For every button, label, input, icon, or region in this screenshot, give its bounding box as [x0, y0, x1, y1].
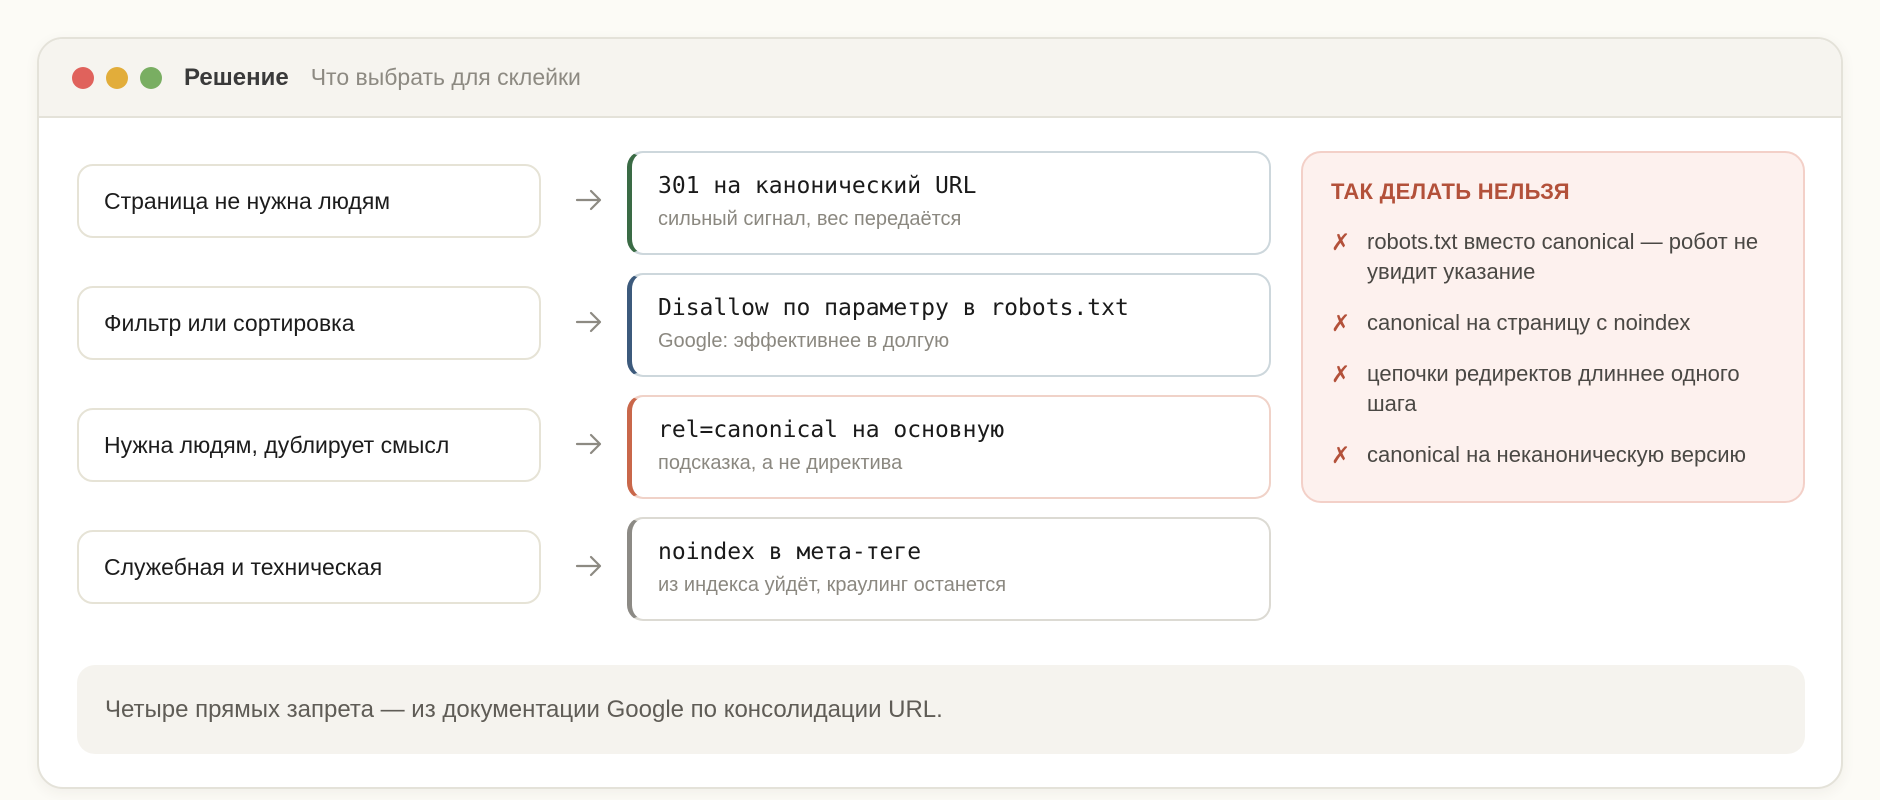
dont-item: ✗ canonical на неканоническую версию	[1331, 440, 1775, 470]
donts-title: ТАК ДЕЛАТЬ НЕЛЬЗЯ	[1331, 179, 1570, 204]
decision-window: Решение Что выбрать для склейки Страница…	[37, 37, 1843, 789]
dont-text: canonical на неканоническую версию	[1367, 442, 1746, 467]
condition-box: Служебная и техническая	[77, 530, 541, 604]
dont-item: ✗ robots.txt вместо canonical — робот не…	[1331, 227, 1775, 287]
action-title: Disallow по параметру в robots.txt	[658, 295, 1129, 321]
cross-icon: ✗	[1331, 442, 1351, 468]
cross-icon: ✗	[1331, 310, 1351, 336]
dont-text: цепочки редиректов длиннее одного шага	[1367, 361, 1740, 416]
decision-row: Служебная и техническая noindex в мета-т…	[39, 517, 1841, 627]
action-card: rel=canonical на основную подсказка, а н…	[627, 395, 1271, 499]
arrow-right-icon	[575, 311, 602, 333]
donts-panel: ТАК ДЕЛАТЬ НЕЛЬЗЯ ✗ robots.txt вместо ca…	[1301, 151, 1805, 503]
action-title: rel=canonical на основную	[658, 417, 1005, 443]
action-note: подсказка, а не директива	[658, 452, 903, 474]
dont-item: ✗ цепочки редиректов длиннее одного шага	[1331, 359, 1775, 419]
action-note: Google: эффективнее в долгую	[658, 330, 950, 352]
minimize-window-button[interactable]	[106, 66, 128, 89]
title-bar: Решение Что выбрать для склейки	[39, 39, 1841, 118]
arrow-right-icon	[575, 433, 602, 455]
action-note: сильный сигнал, вес передаётся	[658, 208, 962, 230]
condition-box: Нужна людям, дублирует смысл	[77, 408, 541, 482]
dont-item: ✗ canonical на страницу с noindex	[1331, 308, 1775, 338]
maximize-window-button[interactable]	[140, 66, 162, 89]
arrow-right-icon	[575, 555, 602, 577]
window-title: Решение	[184, 63, 289, 91]
action-card: noindex в мета-теге из индекса уйдёт, кр…	[627, 517, 1271, 621]
action-title: 301 на канонический URL	[658, 173, 977, 199]
cross-icon: ✗	[1331, 361, 1351, 387]
cross-icon: ✗	[1331, 229, 1351, 255]
dont-text: canonical на страницу с noindex	[1367, 310, 1691, 335]
condition-box: Фильтр или сортировка	[77, 286, 541, 360]
footnote: Четыре прямых запрета — из документации …	[77, 665, 1805, 754]
action-note: из индекса уйдёт, краулинг останется	[658, 574, 1007, 596]
action-card: 301 на канонический URL сильный сигнал, …	[627, 151, 1271, 255]
close-window-button[interactable]	[72, 66, 94, 89]
arrow-right-icon	[575, 189, 602, 211]
condition-box: Страница не нужна людям	[77, 164, 541, 238]
window-subtitle: Что выбрать для склейки	[310, 64, 581, 90]
action-card: Disallow по параметру в robots.txt Googl…	[627, 273, 1271, 377]
dont-text: robots.txt вместо canonical — робот не у…	[1367, 229, 1759, 284]
action-title: noindex в мета-теге	[658, 539, 922, 565]
